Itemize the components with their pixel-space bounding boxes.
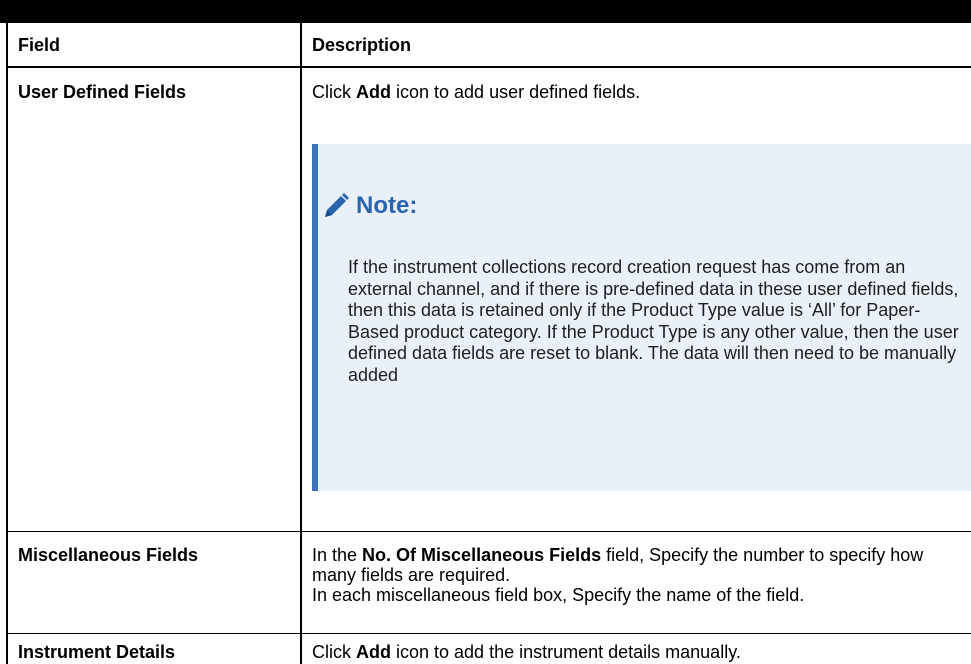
row-desc-user-defined: Click Add icon to add user defined field… (312, 82, 641, 102)
row-desc-instrument-details: Click Add icon to add the instrument det… (312, 642, 741, 662)
row-field-miscellaneous: Miscellaneous Fields (18, 545, 199, 565)
top-rule (0, 0, 971, 23)
header-description: Description (312, 35, 412, 55)
note-title: Note: (356, 192, 418, 219)
row-field-instrument-details: Instrument Details (18, 642, 176, 662)
row-divider-1 (6, 531, 971, 532)
table-left-border (6, 23, 8, 664)
note-accent-bar (312, 144, 318, 491)
field-description-table: Field Description User Defined Fields Cl… (6, 23, 971, 664)
row-desc-miscellaneous: In the No. Of Miscellaneous Fields field… (312, 545, 924, 605)
note-text: If the instrument collections record cre… (348, 257, 959, 385)
row-divider-2 (6, 633, 971, 634)
header-field: Field (18, 35, 61, 55)
column-divider (300, 23, 302, 664)
note-box: Note: If the instrument collections reco… (312, 144, 971, 491)
pencil-icon (325, 193, 349, 217)
row-field-user-defined: User Defined Fields (18, 82, 187, 102)
header-divider (6, 66, 971, 68)
